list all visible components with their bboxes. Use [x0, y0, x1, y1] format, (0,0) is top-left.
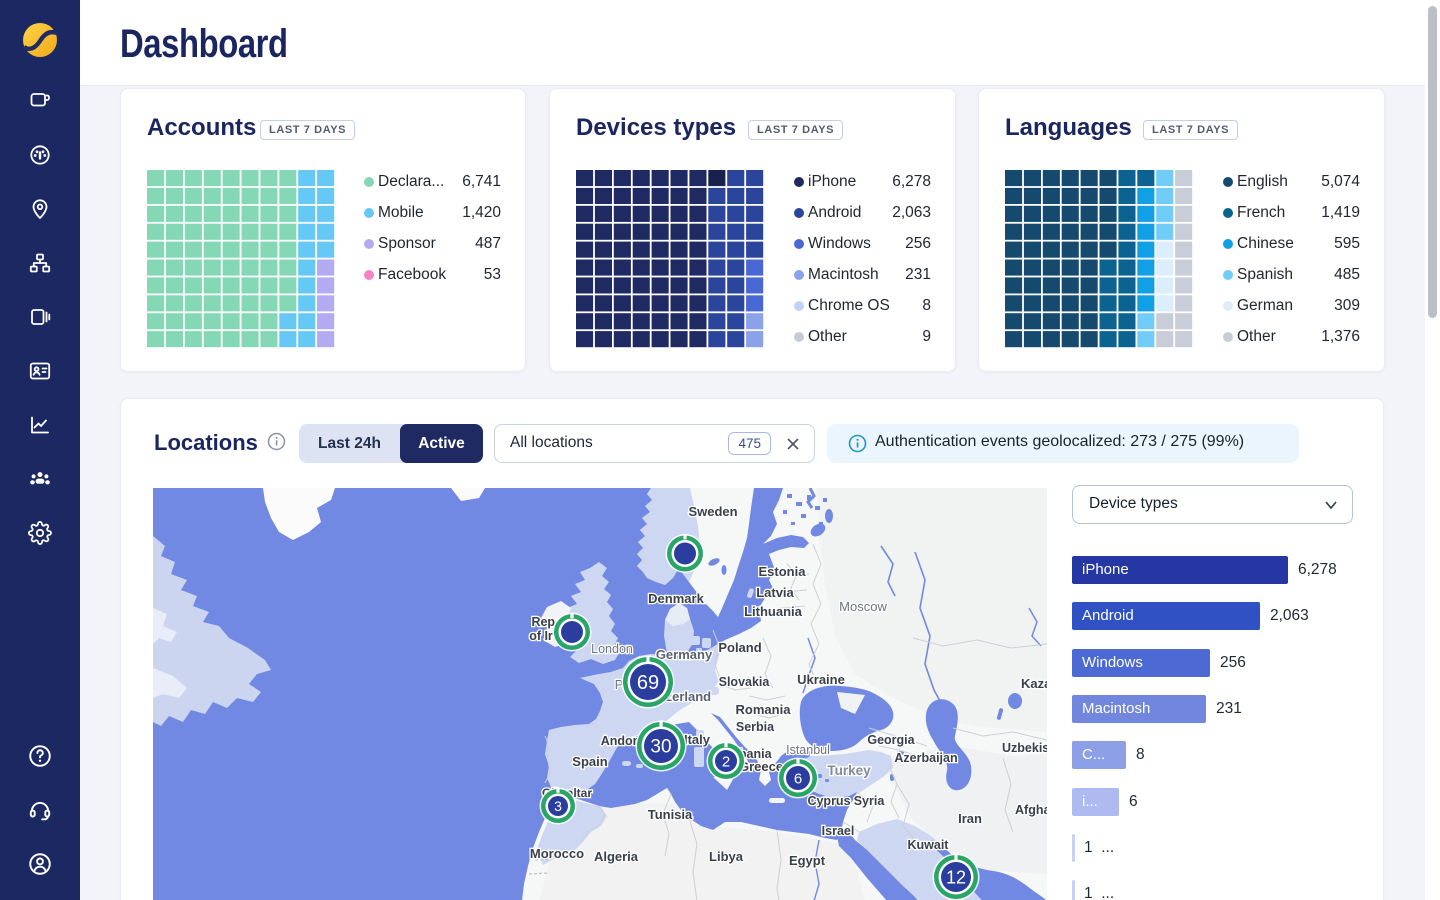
svg-text:Libya: Libya — [709, 849, 744, 864]
svg-text:Greece: Greece — [739, 759, 783, 774]
svg-text:Spain: Spain — [572, 754, 607, 769]
svg-text:Istanbul: Istanbul — [786, 743, 830, 757]
svg-text:3: 3 — [554, 798, 562, 814]
svg-text:6: 6 — [794, 770, 802, 787]
svg-text:Egypt: Egypt — [789, 853, 826, 868]
svg-text:London: London — [591, 642, 633, 656]
svg-text:Lithuania: Lithuania — [744, 604, 803, 619]
svg-text:Kuwait: Kuwait — [908, 838, 950, 852]
svg-text:Slovakia: Slovakia — [719, 675, 771, 689]
svg-text:Algeria: Algeria — [594, 849, 639, 864]
svg-text:Morocco: Morocco — [530, 846, 584, 861]
svg-text:Denmark: Denmark — [648, 591, 704, 606]
svg-text:Israel: Israel — [822, 824, 855, 838]
svg-text:Iran: Iran — [958, 811, 982, 826]
svg-text:Georgia: Georgia — [867, 733, 915, 747]
svg-text:Syria: Syria — [854, 794, 886, 808]
svg-text:Uzbekist: Uzbekist — [1002, 741, 1047, 755]
svg-text:Poland: Poland — [718, 640, 761, 655]
svg-text:Afghan: Afghan — [1015, 803, 1047, 817]
svg-text:Azerbaijan: Azerbaijan — [894, 751, 957, 765]
svg-text:of Ir: of Ir — [529, 629, 553, 643]
svg-text:Serbia: Serbia — [736, 720, 775, 734]
svg-text:Tunisia: Tunisia — [648, 807, 693, 822]
svg-text:12: 12 — [946, 867, 966, 887]
svg-text:Italy: Italy — [684, 732, 711, 747]
svg-text:Turkey: Turkey — [827, 763, 871, 778]
svg-text:Moscow: Moscow — [839, 599, 887, 614]
svg-text:Ukraine: Ukraine — [797, 672, 845, 687]
svg-text:Kazakh: Kazakh — [1021, 676, 1047, 691]
svg-text:69: 69 — [637, 672, 659, 694]
svg-text:30: 30 — [650, 737, 671, 758]
svg-text:Latvia: Latvia — [756, 585, 794, 600]
svg-text:Germany: Germany — [656, 647, 713, 662]
svg-text:Estonia: Estonia — [759, 564, 807, 579]
svg-text:Sweden: Sweden — [688, 504, 737, 519]
svg-text:2: 2 — [722, 753, 730, 770]
svg-text:Cyprus: Cyprus — [807, 794, 850, 808]
svg-text:Romania: Romania — [736, 702, 792, 717]
